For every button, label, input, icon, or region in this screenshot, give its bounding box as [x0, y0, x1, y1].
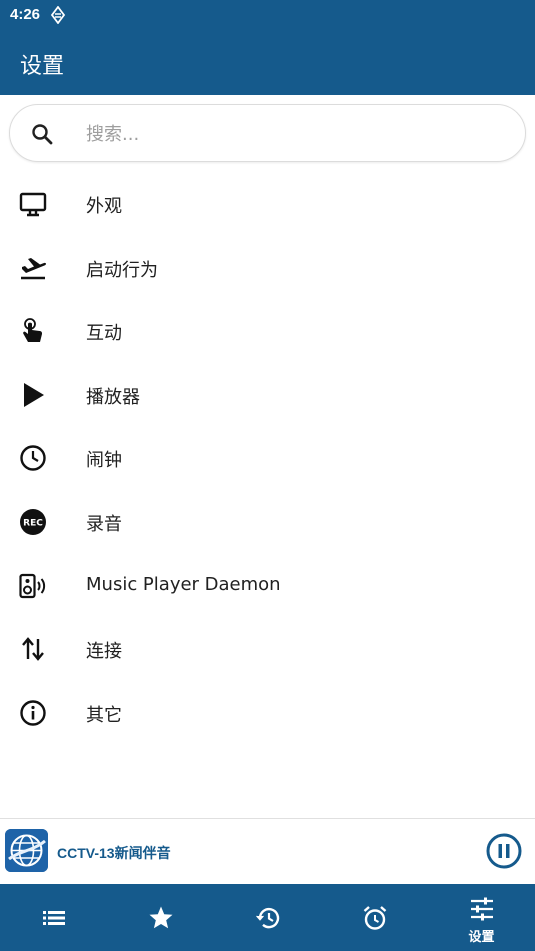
menu-item-label: 启动行为 — [86, 259, 158, 281]
nav-tab-settings[interactable]: 设置 — [428, 884, 535, 951]
list-icon — [42, 911, 65, 925]
star-icon — [149, 906, 172, 929]
speaker-icon — [19, 573, 46, 598]
page-title: 设置 — [20, 54, 65, 79]
status-bar: 4:26 — [0, 0, 535, 30]
menu-item-alarm[interactable]: 闹钟 — [0, 426, 535, 490]
bottom-nav: 设置 — [0, 884, 535, 951]
info-icon — [20, 700, 46, 726]
menu-item-mpd[interactable]: Music Player Daemon — [0, 554, 535, 618]
menu-item-label: 外观 — [86, 196, 122, 217]
station-logo — [5, 829, 48, 872]
settings-menu: 外观 启动行为 互动 播放器 闹钟 REC 录音 Music Player Da… — [0, 172, 535, 744]
clock-icon — [20, 445, 46, 472]
menu-item-label: 其它 — [86, 704, 122, 726]
menu-item-interaction[interactable]: 互动 — [0, 299, 535, 363]
nav-tab-label: 设置 — [468, 930, 495, 945]
nav-tab-history[interactable] — [214, 884, 321, 951]
menu-item-other[interactable]: 其它 — [0, 681, 535, 745]
menu-item-label: 闹钟 — [86, 450, 122, 472]
mini-player[interactable]: CCTV-13新闻伴音 — [0, 819, 535, 884]
nav-tab-favorites[interactable] — [107, 884, 214, 951]
menu-item-connection[interactable]: 连接 — [0, 617, 535, 681]
history-icon — [255, 907, 279, 929]
rec-icon: REC — [20, 508, 46, 535]
alarm-icon — [363, 906, 386, 930]
menu-item-label: Music Player Daemon — [86, 573, 281, 595]
pause-button[interactable] — [486, 833, 522, 869]
menu-item-label: 录音 — [86, 513, 122, 535]
status-time: 4:26 — [10, 6, 41, 23]
station-name: CCTV-13新闻伴音 — [57, 845, 171, 861]
menu-item-startup-behavior[interactable]: 启动行为 — [0, 236, 535, 300]
swap-vertical-icon — [22, 637, 44, 662]
globe-icon — [5, 829, 48, 872]
notification-icon — [50, 6, 66, 24]
svg-text:REC: REC — [23, 518, 43, 528]
play-icon — [24, 382, 44, 407]
app-bar: 设置 — [0, 30, 535, 95]
menu-item-player[interactable]: 播放器 — [0, 363, 535, 427]
menu-item-label: 播放器 — [86, 386, 140, 408]
menu-item-appearance[interactable]: 外观 — [0, 172, 535, 236]
menu-item-recording[interactable]: REC 录音 — [0, 490, 535, 554]
nav-tab-alarm[interactable] — [321, 884, 428, 951]
monitor-icon — [19, 192, 47, 217]
search-icon — [32, 124, 53, 145]
settings-sliders-icon — [470, 897, 493, 921]
menu-item-label: 连接 — [86, 641, 122, 663]
touch-hand-icon — [23, 318, 43, 343]
search-input[interactable] — [86, 119, 506, 149]
search-box[interactable] — [9, 104, 526, 162]
menu-item-label: 互动 — [86, 323, 122, 345]
nav-tab-list[interactable] — [0, 884, 107, 951]
airplane-takeoff-icon — [21, 257, 47, 279]
